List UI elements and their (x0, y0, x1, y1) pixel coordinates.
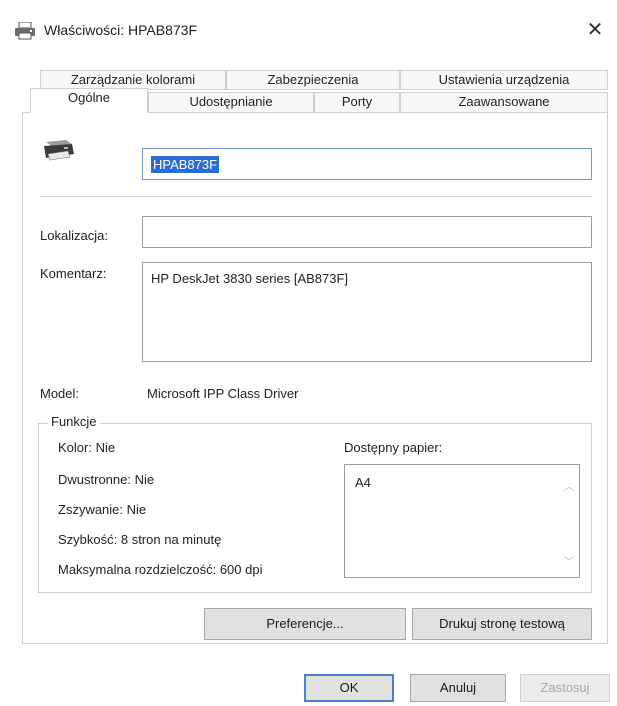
features-title: Funkcje (48, 414, 100, 429)
printer-name-text: HPAB873F (151, 156, 220, 173)
cancel-button[interactable]: Anuluj (410, 674, 506, 702)
divider (40, 196, 592, 197)
feature-speed: Szybkość: 8 stron na minutę (58, 532, 222, 547)
tab-advanced[interactable]: Zaawansowane (400, 92, 608, 113)
chevron-up-icon[interactable]: ︿ (564, 478, 574, 493)
paper-listbox[interactable]: A4 ︿ ﹀ (344, 464, 580, 578)
tab-color-management[interactable]: Zarządzanie kolorami (40, 70, 226, 90)
tab-security[interactable]: Zabezpieczenia (226, 70, 400, 90)
feature-duplex: Dwustronne: Nie (58, 472, 155, 487)
tab-general[interactable]: Ogólne (30, 88, 148, 113)
printer-icon (14, 21, 36, 40)
tab-device-settings[interactable]: Ustawienia urządzenia (400, 70, 608, 90)
location-input[interactable] (142, 216, 592, 248)
model-label: Model: (40, 386, 80, 401)
paper-label: Dostępny papier: (344, 440, 443, 455)
preferences-button[interactable]: Preferencje... (204, 608, 406, 640)
printer-name-input[interactable]: HPAB873F (142, 148, 592, 180)
comment-value: HP DeskJet 3830 series [AB873F] (151, 271, 349, 286)
comment-label: Komentarz: (40, 266, 107, 281)
feature-staple: Zszywanie: Nie (58, 502, 147, 517)
feature-color: Kolor: Nie (58, 440, 116, 455)
print-test-page-button[interactable]: Drukuj stronę testową (412, 608, 592, 640)
feature-resolution: Maksymalna rozdzielczość: 600 dpi (58, 562, 263, 577)
title-bar: Właściwości: HPAB873F ✕ (0, 0, 617, 54)
tab-ports[interactable]: Porty (314, 92, 400, 113)
paper-scrollbar[interactable]: ︿ ﹀ (560, 466, 578, 576)
close-button[interactable]: ✕ (579, 16, 611, 44)
comment-textarea[interactable]: HP DeskJet 3830 series [AB873F] (142, 262, 592, 362)
ok-button[interactable]: OK (304, 674, 394, 702)
apply-button[interactable]: Zastosuj (520, 674, 610, 702)
window-title: Właściwości: HPAB873F (44, 22, 198, 38)
location-label: Lokalizacja: (40, 228, 108, 243)
chevron-down-icon[interactable]: ﹀ (564, 553, 574, 568)
model-value: Microsoft IPP Class Driver (147, 386, 299, 401)
printer-large-icon (40, 138, 76, 164)
tab-sharing[interactable]: Udostępnianie (148, 92, 314, 113)
close-icon: ✕ (586, 19, 604, 41)
list-item[interactable]: A4 (355, 475, 371, 490)
